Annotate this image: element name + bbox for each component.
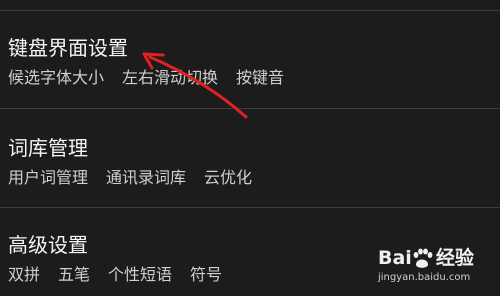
user-words-label: 用户词管理 — [8, 168, 89, 187]
baidu-jingyan-watermark: Bai 经验 jingyan.baidu.com — [378, 246, 496, 292]
wubi-label: 五笔 — [58, 265, 91, 284]
watermark-url: jingyan.baidu.com — [378, 272, 471, 283]
key-sound-label: 按键音 — [236, 68, 285, 87]
keyboard-interface-title: 键盘界面设置 — [8, 36, 128, 60]
divider-top — [0, 10, 500, 11]
cloud-optimize-label: 云优化 — [204, 168, 253, 187]
paw-icon — [413, 248, 433, 268]
lexicon-management-title: 词库管理 — [8, 136, 88, 160]
setting-keyboard-interface[interactable]: 键盘界面设置 候选字体大小 左右滑动切换 按键音 — [0, 36, 500, 100]
shuangpin-label: 双拼 — [8, 265, 41, 284]
symbols-label: 符号 — [190, 265, 223, 284]
candidate-font-size-label: 候选字体大小 — [8, 68, 105, 87]
swipe-switch-label: 左右滑动切换 — [122, 68, 219, 87]
setting-lexicon-management[interactable]: 词库管理 用户词管理 通讯录词库 云优化 — [0, 136, 500, 200]
advanced-settings-title: 高级设置 — [8, 233, 88, 257]
keyboard-interface-subtitle: 候选字体大小 左右滑动切换 按键音 — [8, 68, 284, 88]
lexicon-management-subtitle: 用户词管理 通讯录词库 云优化 — [8, 168, 252, 188]
divider-1 — [0, 108, 500, 109]
advanced-settings-subtitle: 双拼 五笔 个性短语 符号 — [8, 265, 222, 285]
contacts-lexicon-label: 通讯录词库 — [106, 168, 187, 187]
personal-phrases-label: 个性短语 — [108, 265, 173, 284]
divider-2 — [0, 207, 500, 208]
